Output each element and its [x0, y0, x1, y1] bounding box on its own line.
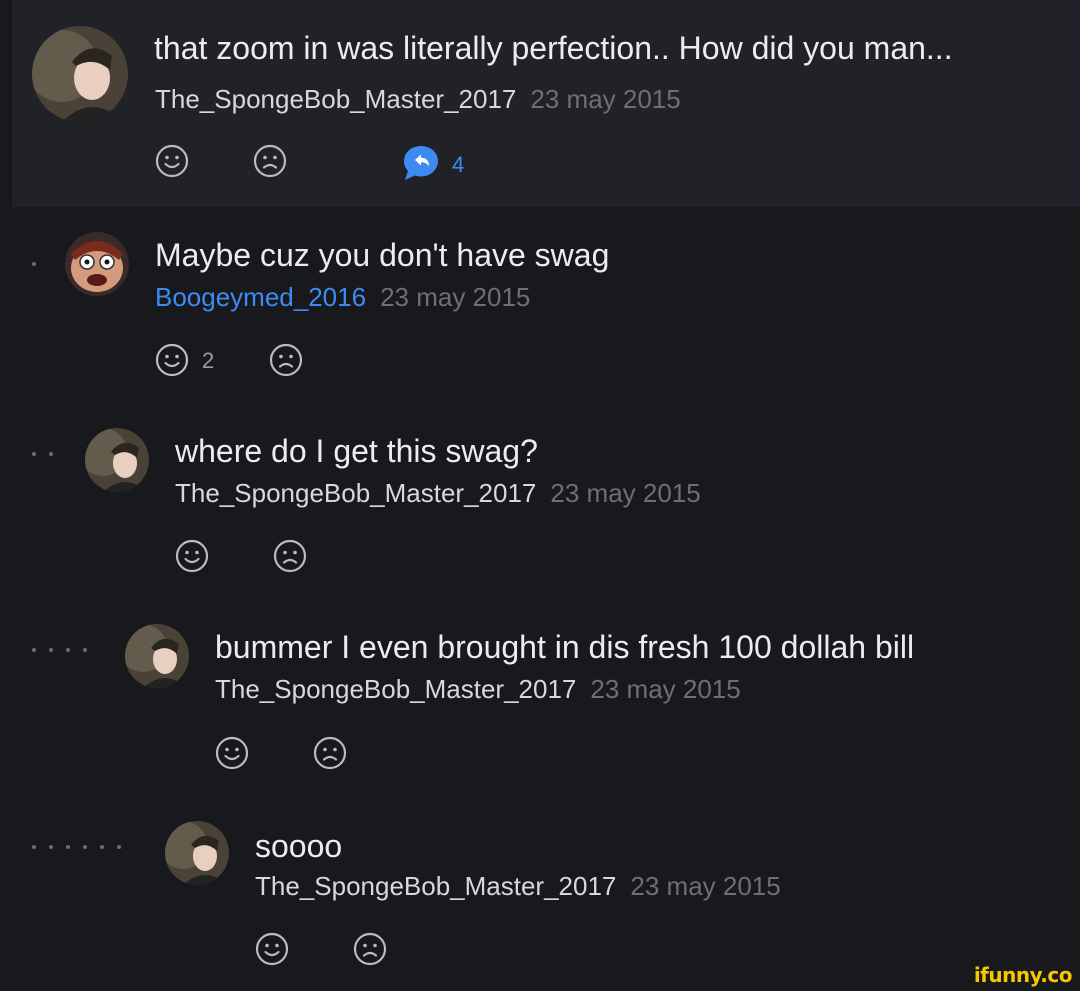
- comment-text: that zoom in was literally perfection.. …: [154, 30, 953, 66]
- likes-count: 2: [202, 348, 215, 373]
- comment-date: 23 may 2015: [590, 674, 741, 704]
- username-link[interactable]: The_SpongeBob_Master_2017: [155, 84, 516, 114]
- avatar-photo: [125, 624, 189, 688]
- frown-icon: [273, 539, 307, 573]
- thread-depth-indicator: [32, 648, 87, 652]
- comment-text: Maybe cuz you don't have swag: [155, 237, 610, 273]
- frown-icon: [253, 144, 287, 178]
- like-button[interactable]: [175, 539, 209, 573]
- thread-depth-indicator: [32, 452, 53, 456]
- avatar[interactable]: [125, 624, 189, 688]
- dislike-button[interactable]: [253, 144, 287, 178]
- avatar-photo: [85, 428, 149, 492]
- avatar[interactable]: [85, 428, 149, 492]
- username-link[interactable]: The_SpongeBob_Master_2017: [175, 478, 536, 508]
- comment-text: soooo: [255, 828, 343, 864]
- dislike-button[interactable]: [313, 736, 347, 770]
- username-link[interactable]: Boogeymed_2016: [155, 282, 366, 312]
- frown-icon: [269, 343, 303, 377]
- avatar[interactable]: [165, 821, 229, 885]
- comment-meta: The_SpongeBob_Master_2017 23 may 2015: [215, 676, 741, 702]
- avatar-photo: [32, 26, 128, 122]
- username-link[interactable]: The_SpongeBob_Master_2017: [255, 871, 616, 901]
- replies-button[interactable]: [402, 144, 442, 180]
- comment-date: 23 may 2015: [380, 282, 531, 312]
- like-button[interactable]: [155, 144, 189, 178]
- avatar[interactable]: [65, 232, 129, 296]
- smile-icon: [215, 736, 249, 770]
- username-link[interactable]: The_SpongeBob_Master_2017: [215, 674, 576, 704]
- dislike-button[interactable]: [269, 343, 303, 377]
- ifunny-watermark: ifunny.co: [973, 963, 1073, 987]
- thread-depth-indicator: [32, 262, 36, 266]
- avatar-photo: [65, 232, 129, 296]
- comment-meta: The_SpongeBob_Master_2017 23 may 2015: [155, 86, 681, 112]
- reply-bubble-icon: [404, 146, 438, 180]
- like-button[interactable]: [155, 343, 189, 377]
- like-button[interactable]: [215, 736, 249, 770]
- like-button[interactable]: [255, 932, 289, 966]
- comment-text: where do I get this swag?: [175, 433, 538, 469]
- dislike-button[interactable]: [273, 539, 307, 573]
- smile-icon: [155, 144, 189, 178]
- comments-page: that zoom in was literally perfection.. …: [0, 0, 1080, 991]
- comment-text: bummer I even brought in dis fresh 100 d…: [215, 629, 915, 665]
- thread-depth-indicator: [32, 845, 121, 849]
- comment-meta: Boogeymed_2016 23 may 2015: [155, 284, 530, 310]
- root-comment: that zoom in was literally perfection.. …: [12, 0, 1080, 207]
- dislike-button[interactable]: [353, 932, 387, 966]
- smile-icon: [255, 932, 289, 966]
- avatar[interactable]: [32, 26, 128, 122]
- comment-date: 23 may 2015: [530, 84, 681, 114]
- avatar-photo: [165, 821, 229, 885]
- comment-meta: The_SpongeBob_Master_2017 23 may 2015: [175, 480, 701, 506]
- comment-meta: The_SpongeBob_Master_2017 23 may 2015: [255, 873, 781, 899]
- smile-icon: [155, 343, 189, 377]
- replies-count[interactable]: 4: [452, 154, 464, 176]
- smile-icon: [175, 539, 209, 573]
- comment-date: 23 may 2015: [630, 871, 781, 901]
- frown-icon: [353, 932, 387, 966]
- frown-icon: [313, 736, 347, 770]
- comment-date: 23 may 2015: [550, 478, 701, 508]
